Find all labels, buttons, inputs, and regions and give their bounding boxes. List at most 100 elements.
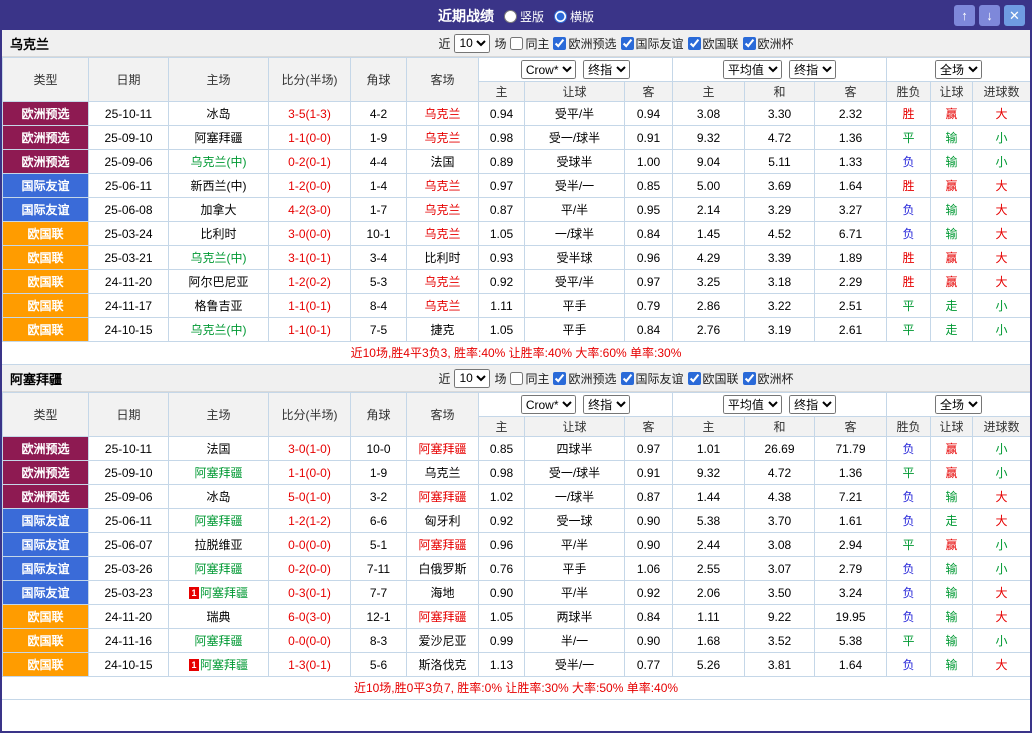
filter-nations-league[interactable]: 欧国联 — [688, 370, 739, 387]
same-home-checkbox[interactable] — [510, 372, 523, 385]
score[interactable]: 0-2(0-1) — [269, 150, 351, 174]
score[interactable]: 0-3(0-1) — [269, 581, 351, 605]
home-team[interactable]: 拉脱维亚 — [169, 533, 269, 557]
away-team[interactable]: 乌克兰 — [407, 174, 479, 198]
score[interactable]: 6-0(3-0) — [269, 605, 351, 629]
home-team[interactable]: 1阿塞拜疆 — [169, 653, 269, 677]
home-team[interactable]: 瑞典 — [169, 605, 269, 629]
home-team[interactable]: 阿塞拜疆 — [169, 557, 269, 581]
score[interactable]: 1-2(0-2) — [269, 270, 351, 294]
away-team[interactable]: 阿塞拜疆 — [407, 437, 479, 461]
filter-euro-cup[interactable]: 欧洲杯 — [743, 35, 794, 52]
score[interactable]: 0-0(0-0) — [269, 533, 351, 557]
away-team[interactable]: 匈牙利 — [407, 509, 479, 533]
move-up-icon[interactable]: ↑ — [954, 5, 975, 26]
away-team[interactable]: 乌克兰 — [407, 270, 479, 294]
nations-league-checkbox[interactable] — [688, 372, 701, 385]
away-team[interactable]: 乌克兰 — [407, 461, 479, 485]
score[interactable]: 4-2(3-0) — [269, 198, 351, 222]
close-icon[interactable]: ✕ — [1004, 5, 1025, 26]
score[interactable]: 1-3(0-1) — [269, 653, 351, 677]
move-down-icon[interactable]: ↓ — [979, 5, 1000, 26]
filter-euro-qualifier[interactable]: 欧洲预选 — [553, 35, 616, 52]
company-select[interactable]: Crow* — [521, 395, 576, 414]
average-select[interactable]: 平均值 — [723, 60, 782, 79]
friendly-checkbox[interactable] — [621, 37, 634, 50]
score[interactable]: 5-0(1-0) — [269, 485, 351, 509]
average-select[interactable]: 平均值 — [723, 395, 782, 414]
average-final-select[interactable]: 终指 — [789, 60, 836, 79]
home-team[interactable]: 1阿塞拜疆 — [169, 581, 269, 605]
home-team[interactable]: 乌克兰(中) — [169, 246, 269, 270]
scope-select[interactable]: 全场 — [935, 60, 982, 79]
away-team[interactable]: 乌克兰 — [407, 222, 479, 246]
home-team[interactable]: 阿塞拜疆 — [169, 461, 269, 485]
company-select[interactable]: Crow* — [521, 60, 576, 79]
home-team[interactable]: 乌克兰(中) — [169, 150, 269, 174]
away-team[interactable]: 比利时 — [407, 246, 479, 270]
home-team[interactable]: 法国 — [169, 437, 269, 461]
same-home-checkbox[interactable] — [510, 37, 523, 50]
away-team[interactable]: 阿塞拜疆 — [407, 533, 479, 557]
euro-qualifier-checkbox[interactable] — [553, 37, 566, 50]
score[interactable]: 0-2(0-0) — [269, 557, 351, 581]
score[interactable]: 3-0(1-0) — [269, 437, 351, 461]
company-final-select[interactable]: 终指 — [583, 60, 630, 79]
home-team[interactable]: 阿塞拜疆 — [169, 126, 269, 150]
away-team[interactable]: 海地 — [407, 581, 479, 605]
home-team[interactable]: 加拿大 — [169, 198, 269, 222]
away-team[interactable]: 阿塞拜疆 — [407, 605, 479, 629]
home-team[interactable]: 格鲁吉亚 — [169, 294, 269, 318]
score[interactable]: 1-2(0-0) — [269, 174, 351, 198]
filter-euro-qualifier[interactable]: 欧洲预选 — [553, 370, 616, 387]
view-vertical-option[interactable]: 竖版 — [504, 8, 544, 25]
away-team[interactable]: 乌克兰 — [407, 198, 479, 222]
vertical-radio[interactable] — [504, 10, 517, 23]
same-home-filter[interactable]: 同主 — [510, 35, 549, 52]
filter-nations-league[interactable]: 欧国联 — [688, 35, 739, 52]
score[interactable]: 3-0(0-0) — [269, 222, 351, 246]
same-home-filter[interactable]: 同主 — [510, 370, 549, 387]
match-count-select[interactable]: 10 — [454, 34, 490, 53]
handicap-result: 输 — [931, 605, 973, 629]
home-team[interactable]: 阿塞拜疆 — [169, 509, 269, 533]
score[interactable]: 1-1(0-0) — [269, 461, 351, 485]
horizontal-radio[interactable] — [554, 10, 567, 23]
euro-qualifier-checkbox[interactable] — [553, 372, 566, 385]
away-team[interactable]: 捷克 — [407, 318, 479, 342]
filter-friendly[interactable]: 国际友谊 — [621, 35, 684, 52]
home-team[interactable]: 阿塞拜疆 — [169, 629, 269, 653]
away-team[interactable]: 乌克兰 — [407, 294, 479, 318]
away-team[interactable]: 法国 — [407, 150, 479, 174]
away-team[interactable]: 斯洛伐克 — [407, 653, 479, 677]
score[interactable]: 3-1(0-1) — [269, 246, 351, 270]
match-count-select[interactable]: 10 — [454, 369, 490, 388]
home-team[interactable]: 乌克兰(中) — [169, 318, 269, 342]
away-team[interactable]: 白俄罗斯 — [407, 557, 479, 581]
scope-select[interactable]: 全场 — [935, 395, 982, 414]
home-team[interactable]: 比利时 — [169, 222, 269, 246]
score[interactable]: 1-1(0-0) — [269, 126, 351, 150]
away-team[interactable]: 阿塞拜疆 — [407, 485, 479, 509]
friendly-checkbox[interactable] — [621, 372, 634, 385]
away-team[interactable]: 爱沙尼亚 — [407, 629, 479, 653]
filter-friendly[interactable]: 国际友谊 — [621, 370, 684, 387]
away-team[interactable]: 乌克兰 — [407, 126, 479, 150]
company-final-select[interactable]: 终指 — [583, 395, 630, 414]
home-team[interactable]: 冰岛 — [169, 102, 269, 126]
score[interactable]: 1-1(0-1) — [269, 318, 351, 342]
filter-euro-cup[interactable]: 欧洲杯 — [743, 370, 794, 387]
average-final-select[interactable]: 终指 — [789, 395, 836, 414]
home-team[interactable]: 冰岛 — [169, 485, 269, 509]
view-horizontal-option[interactable]: 横版 — [554, 8, 594, 25]
away-team[interactable]: 乌克兰 — [407, 102, 479, 126]
score[interactable]: 1-2(1-2) — [269, 509, 351, 533]
euro-cup-checkbox[interactable] — [743, 37, 756, 50]
euro-cup-checkbox[interactable] — [743, 372, 756, 385]
score[interactable]: 0-0(0-0) — [269, 629, 351, 653]
score[interactable]: 3-5(1-3) — [269, 102, 351, 126]
home-team[interactable]: 阿尔巴尼亚 — [169, 270, 269, 294]
score[interactable]: 1-1(0-1) — [269, 294, 351, 318]
home-team[interactable]: 新西兰(中) — [169, 174, 269, 198]
nations-league-checkbox[interactable] — [688, 37, 701, 50]
